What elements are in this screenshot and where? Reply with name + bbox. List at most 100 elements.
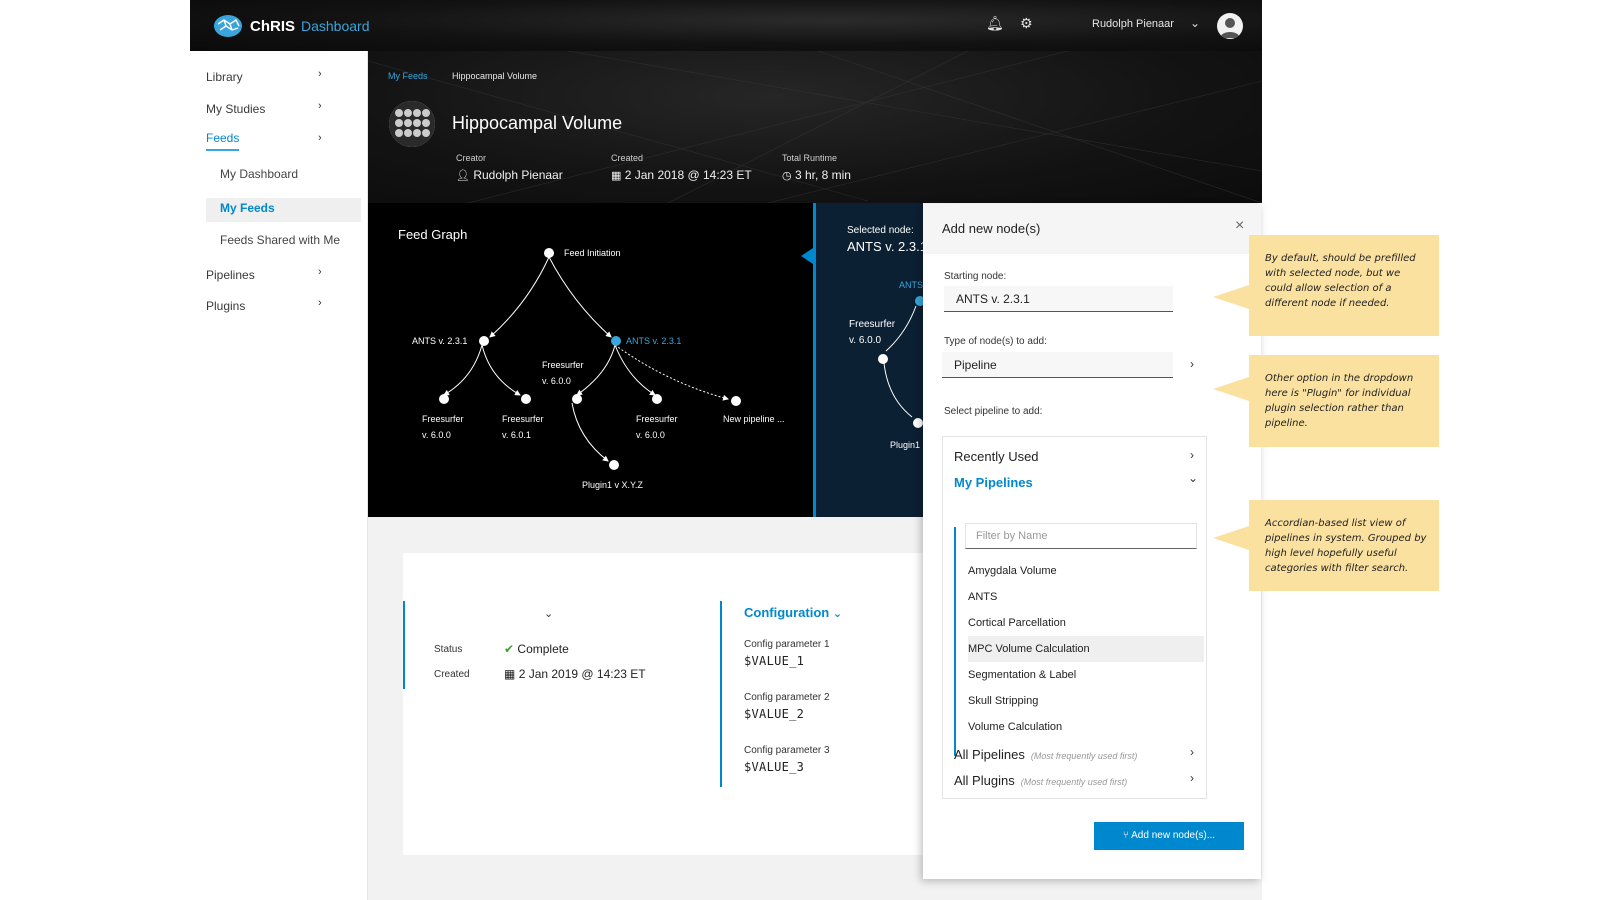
graph-node-fs-left-2 bbox=[521, 394, 531, 404]
chevron-right-icon[interactable]: › bbox=[318, 132, 322, 144]
node-name: Freesurfer bbox=[636, 414, 678, 424]
selection-pointer bbox=[801, 248, 813, 264]
note-pointer bbox=[1213, 285, 1249, 309]
chevron-right-icon[interactable]: › bbox=[318, 297, 322, 309]
graph-node-label[interactable]: ANTS v. 2.3.1 bbox=[626, 333, 681, 349]
graph-node-label[interactable]: ANTS v. 2.3.1 bbox=[412, 333, 467, 349]
node-type-select[interactable]: Pipeline bbox=[942, 352, 1173, 378]
pipeline-item[interactable]: Segmentation & Label bbox=[968, 662, 1204, 688]
section-bar bbox=[403, 601, 405, 689]
calendar-icon: ▦ bbox=[504, 667, 516, 681]
sidebar-item-feeds[interactable]: Feeds bbox=[206, 131, 239, 145]
graph-node-label[interactable]: New pipeline ... bbox=[723, 411, 785, 427]
feed-graph: Feed Graph Feed Initiation ANTS v. 2.3.1… bbox=[368, 203, 813, 517]
configuration-title[interactable]: Configuration ⌄ bbox=[744, 605, 842, 620]
node-type-label: Type of node(s) to add: bbox=[944, 336, 1047, 347]
chevron-right-icon[interactable]: › bbox=[318, 68, 322, 80]
chevron-right-icon[interactable]: › bbox=[1190, 448, 1194, 462]
sidebar-item-my-dashboard[interactable]: My Dashboard bbox=[220, 167, 298, 181]
status-text: Complete bbox=[517, 642, 569, 656]
app-logo[interactable]: ChRIS Dashboard bbox=[212, 12, 370, 40]
node-name: Freesurfer bbox=[422, 414, 464, 424]
pipeline-item[interactable]: Volume Calculation bbox=[968, 714, 1204, 740]
sidebar-item-label: Pipelines bbox=[206, 268, 255, 282]
chevron-right-icon[interactable]: › bbox=[318, 100, 322, 112]
starting-node-input[interactable]: ANTS v. 2.3.1 bbox=[944, 286, 1173, 312]
graph-node-label[interactable]: Freesurfer v. 6.0.0 bbox=[422, 411, 464, 443]
sidebar-item-label: Plugins bbox=[206, 299, 246, 313]
accordion-recently-used[interactable]: Recently Used bbox=[954, 449, 1039, 464]
graph-node-label[interactable]: Freesurfer v. 6.0.0 bbox=[636, 411, 678, 443]
sidebar-item-pipelines[interactable]: Pipelines bbox=[206, 268, 255, 282]
modal-header: Add new node(s) × bbox=[923, 204, 1261, 254]
select-pipeline-label: Select pipeline to add: bbox=[944, 406, 1043, 417]
filter-input[interactable]: Filter by Name bbox=[965, 523, 1197, 549]
pipeline-item[interactable]: Amygdala Volume bbox=[968, 558, 1204, 584]
chevron-right-icon[interactable]: › bbox=[1190, 357, 1194, 371]
annotation-note: By default, should be prefilled with sel… bbox=[1249, 235, 1439, 336]
mini-node-label[interactable]: Freesurfer v. 6.0.0 bbox=[849, 317, 895, 349]
active-indicator bbox=[206, 149, 239, 151]
runtime-text: 3 hr, 8 min bbox=[794, 168, 851, 182]
node-version: v. 6.0.0 bbox=[636, 430, 665, 440]
runtime-label: Total Runtime bbox=[782, 153, 838, 163]
creator-value: 👤︎ Rudolph Pienaar bbox=[456, 168, 563, 182]
top-bar: ChRIS Dashboard 🔔︎ ⚙ Rudolph Pienaar ⌄ bbox=[190, 0, 1262, 51]
graph-node-label[interactable]: Plugin1 v X.Y.Z bbox=[582, 477, 643, 493]
mini-node-label[interactable]: ANTS bbox=[899, 277, 923, 293]
starting-node-label: Starting node: bbox=[944, 271, 1007, 282]
brain-scan-icon bbox=[389, 101, 435, 147]
graph-node-label[interactable]: Freesurfer v. 6.0.1 bbox=[502, 411, 544, 443]
sidebar-item-my-feeds[interactable]: My Feeds bbox=[220, 201, 275, 215]
sidebar-item-my-studies[interactable]: My Studies bbox=[206, 102, 265, 116]
bell-icon[interactable]: 🔔︎ bbox=[986, 15, 1004, 32]
graph-node-label[interactable]: Freesurfer v. 6.0.0 bbox=[542, 357, 584, 389]
sidebar: Library › My Studies › Feeds › My Dashbo… bbox=[190, 51, 368, 900]
clock-icon: ◷ bbox=[782, 170, 792, 182]
sidebar-item-label: Feeds bbox=[206, 131, 240, 145]
brain-logo-icon bbox=[214, 15, 242, 37]
mini-node-label[interactable]: Plugin1 bbox=[890, 437, 920, 453]
chevron-right-icon[interactable]: › bbox=[1190, 745, 1194, 759]
node-version: v. 6.0.0 bbox=[849, 335, 882, 346]
configuration-label: Configuration bbox=[744, 605, 830, 620]
graph-node-new-pipeline bbox=[731, 396, 741, 406]
avatar[interactable] bbox=[1217, 13, 1243, 39]
config-param-value: $VALUE_1 bbox=[744, 654, 805, 668]
chevron-down-icon[interactable]: ⌄ bbox=[1190, 16, 1200, 30]
created-label: Created bbox=[611, 153, 644, 163]
node-version: v. 6.0.0 bbox=[422, 430, 451, 440]
graph-node-label[interactable]: Feed Initiation bbox=[564, 245, 621, 261]
feed-header: My Feeds Hippocampal Volume Hippocampal … bbox=[368, 51, 1262, 203]
sidebar-item-library[interactable]: Library bbox=[206, 70, 243, 84]
graph-node-fs-left-1 bbox=[439, 394, 449, 404]
note-pointer bbox=[1213, 526, 1249, 550]
app-name: ChRIS bbox=[250, 17, 295, 35]
chevron-right-icon[interactable]: › bbox=[318, 266, 322, 278]
pipeline-item[interactable]: Skull Stripping bbox=[968, 688, 1204, 714]
sidebar-item-feeds-shared[interactable]: Feeds Shared with Me bbox=[220, 233, 340, 247]
config-param-label: Config parameter 3 bbox=[744, 745, 830, 756]
graph-node-root bbox=[544, 248, 554, 258]
pipeline-item[interactable]: ANTS bbox=[968, 584, 1204, 610]
sidebar-item-label: Library bbox=[206, 70, 243, 84]
chevron-right-icon[interactable]: › bbox=[1190, 771, 1194, 785]
close-icon[interactable]: × bbox=[1235, 217, 1244, 235]
chevron-down-icon[interactable]: ⌄ bbox=[544, 607, 553, 620]
breadcrumb-link[interactable]: My Feeds bbox=[388, 71, 428, 81]
chevron-down-icon[interactable]: ⌄ bbox=[1188, 471, 1198, 485]
pipeline-item-highlighted[interactable]: MPC Volume Calculation bbox=[968, 636, 1204, 662]
accordion-all-pipelines[interactable]: All Pipelines (Most frequently used first… bbox=[954, 747, 1137, 762]
node-name: Freesurfer bbox=[502, 414, 544, 424]
modal-title: Add new node(s) bbox=[942, 221, 1041, 236]
user-name[interactable]: Rudolph Pienaar bbox=[1092, 18, 1174, 30]
pipeline-item[interactable]: Cortical Parcellation bbox=[968, 610, 1204, 636]
accordion-my-pipelines[interactable]: My Pipelines bbox=[954, 475, 1033, 490]
selected-node-panel: Selected node: ANTS v. 2.3.1 ANTS Freesu… bbox=[813, 203, 923, 517]
gear-icon[interactable]: ⚙ bbox=[1020, 15, 1033, 32]
add-node-button[interactable]: ⑂ Add new node(s)... bbox=[1094, 822, 1244, 850]
node-version: v. 6.0.0 bbox=[542, 376, 571, 386]
created-label: Created bbox=[434, 669, 470, 680]
accordion-all-plugins[interactable]: All Plugins (Most frequently used first) bbox=[954, 773, 1127, 788]
sidebar-item-plugins[interactable]: Plugins bbox=[206, 299, 245, 313]
